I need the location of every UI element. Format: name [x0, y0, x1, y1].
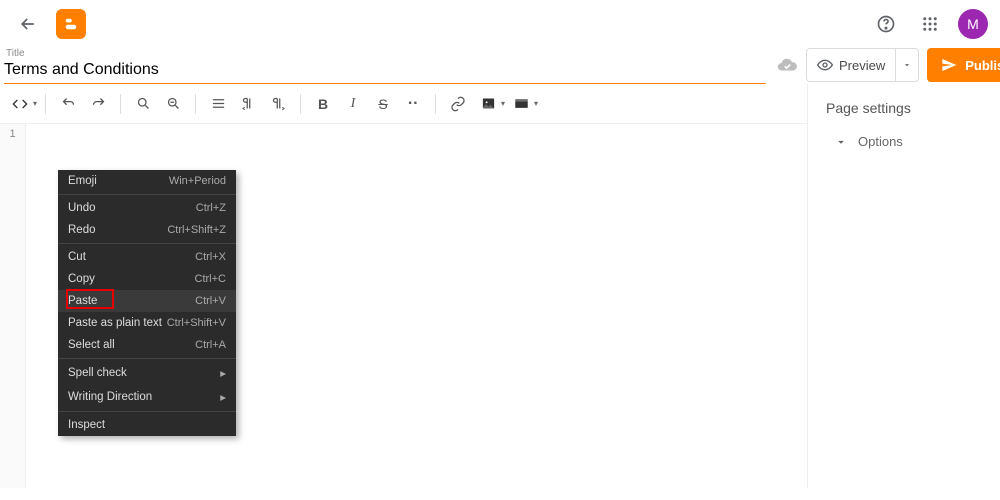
- arrow-left-icon: [18, 14, 38, 34]
- context-menu-item[interactable]: Paste as plain text Ctrl+Shift+V: [58, 312, 236, 334]
- blogger-icon: [62, 15, 80, 33]
- publish-button[interactable]: Publish: [927, 48, 1000, 82]
- align-button[interactable]: [204, 90, 232, 118]
- apps-button[interactable]: [914, 8, 946, 40]
- send-icon: [941, 57, 957, 73]
- context-menu-label: Spell check: [68, 367, 127, 379]
- paragraph-rtl-icon: [271, 96, 286, 111]
- sidebar-title: Page settings: [826, 100, 982, 116]
- help-button[interactable]: [870, 8, 902, 40]
- context-menu-label: Paste: [68, 295, 97, 307]
- context-menu-item[interactable]: Emoji Win+Period: [58, 170, 236, 192]
- context-menu-item[interactable]: Paste Ctrl+V: [58, 290, 236, 312]
- context-menu-item[interactable]: Cut Ctrl+X: [58, 246, 236, 268]
- zoom-reset-icon: [166, 96, 181, 111]
- strike-icon: S: [378, 96, 387, 112]
- context-menu-item[interactable]: Inspect: [58, 414, 236, 436]
- line-gutter: 1: [0, 124, 26, 488]
- video-button[interactable]: [507, 90, 535, 118]
- rtl-button[interactable]: [264, 90, 292, 118]
- submenu-arrow-icon: ▸: [220, 390, 226, 404]
- context-menu-shortcut: Ctrl+X: [195, 251, 226, 263]
- context-menu-shortcut: Ctrl+Z: [196, 202, 226, 214]
- account-avatar[interactable]: M: [958, 9, 988, 39]
- context-menu-label: Select all: [68, 339, 115, 351]
- quote-icon: [406, 97, 420, 111]
- submenu-arrow-icon: ▸: [220, 366, 226, 380]
- apps-grid-icon: [921, 15, 939, 33]
- context-menu-shortcut: Ctrl+Shift+Z: [167, 224, 226, 236]
- link-button[interactable]: [444, 90, 472, 118]
- context-menu-label: Copy: [68, 273, 95, 285]
- eye-icon: [817, 57, 833, 73]
- preview-button[interactable]: Preview: [807, 49, 896, 81]
- video-icon: [514, 96, 529, 111]
- avatar-letter: M: [967, 16, 979, 32]
- context-menu-shortcut: Ctrl+A: [195, 339, 226, 351]
- link-icon: [450, 96, 466, 112]
- context-menu-item[interactable]: Select all Ctrl+A: [58, 334, 236, 356]
- preview-dropdown[interactable]: [896, 49, 918, 81]
- zoom-icon: [136, 96, 151, 111]
- context-menu-label: Redo: [68, 224, 96, 236]
- editor-toolbar: ▾ B I S ▾ ▾: [0, 84, 807, 124]
- context-menu-label: Paste as plain text: [68, 317, 162, 329]
- context-menu-item[interactable]: Copy Ctrl+C: [58, 268, 236, 290]
- publish-label: Publish: [965, 58, 1000, 73]
- line-number: 1: [0, 128, 25, 140]
- context-menu-label: Emoji: [68, 175, 97, 187]
- italic-button[interactable]: I: [339, 90, 367, 118]
- undo-button[interactable]: [54, 90, 82, 118]
- save-status-icon: [776, 54, 798, 76]
- image-button[interactable]: [474, 90, 502, 118]
- redo-icon: [91, 96, 106, 111]
- context-menu-shortcut: Ctrl+C: [195, 273, 226, 285]
- chevron-down-icon: [834, 135, 848, 149]
- quote-button[interactable]: [399, 90, 427, 118]
- context-menu-shortcut: Win+Period: [169, 175, 226, 187]
- title-input[interactable]: [4, 59, 766, 84]
- context-menu-separator: [58, 411, 236, 412]
- context-menu-item[interactable]: Writing Direction ▸: [58, 385, 236, 409]
- context-menu-shortcut: Ctrl+V: [195, 295, 226, 307]
- context-menu-label: Writing Direction: [68, 391, 152, 403]
- context-menu-label: Undo: [68, 202, 96, 214]
- zoom-in-button[interactable]: [129, 90, 157, 118]
- context-menu-separator: [58, 194, 236, 195]
- strikethrough-button[interactable]: S: [369, 90, 397, 118]
- title-label: Title: [4, 48, 766, 59]
- context-menu: Emoji Win+Period Undo Ctrl+Z Redo Ctrl+Shift+…: [58, 170, 236, 436]
- context-menu-separator: [58, 358, 236, 359]
- context-menu-label: Cut: [68, 251, 86, 263]
- ltr-button[interactable]: [234, 90, 262, 118]
- undo-icon: [61, 96, 76, 111]
- chevron-down-icon: [902, 60, 912, 70]
- sidebar-options-label: Options: [858, 134, 903, 149]
- blogger-logo: [56, 9, 86, 39]
- cloud-done-icon: [776, 54, 798, 76]
- chevron-down-icon: ▾: [33, 99, 37, 108]
- code-view-button[interactable]: [6, 90, 34, 118]
- code-icon: [12, 96, 28, 112]
- help-icon: [876, 14, 896, 34]
- chevron-down-icon: ▾: [534, 99, 538, 108]
- preview-label: Preview: [839, 58, 885, 73]
- context-menu-item[interactable]: Spell check ▸: [58, 361, 236, 385]
- context-menu-item[interactable]: Redo Ctrl+Shift+Z: [58, 219, 236, 241]
- back-button[interactable]: [12, 8, 44, 40]
- context-menu-item[interactable]: Undo Ctrl+Z: [58, 197, 236, 219]
- zoom-out-button[interactable]: [159, 90, 187, 118]
- context-menu-separator: [58, 243, 236, 244]
- redo-button[interactable]: [84, 90, 112, 118]
- context-menu-label: Inspect: [68, 419, 105, 431]
- bold-button[interactable]: B: [309, 90, 337, 118]
- sidebar-options-toggle[interactable]: Options: [826, 134, 982, 149]
- context-menu-shortcut: Ctrl+Shift+V: [167, 317, 226, 329]
- align-icon: [211, 96, 226, 111]
- paragraph-ltr-icon: [241, 96, 256, 111]
- image-icon: [481, 96, 496, 111]
- chevron-down-icon: ▾: [501, 99, 505, 108]
